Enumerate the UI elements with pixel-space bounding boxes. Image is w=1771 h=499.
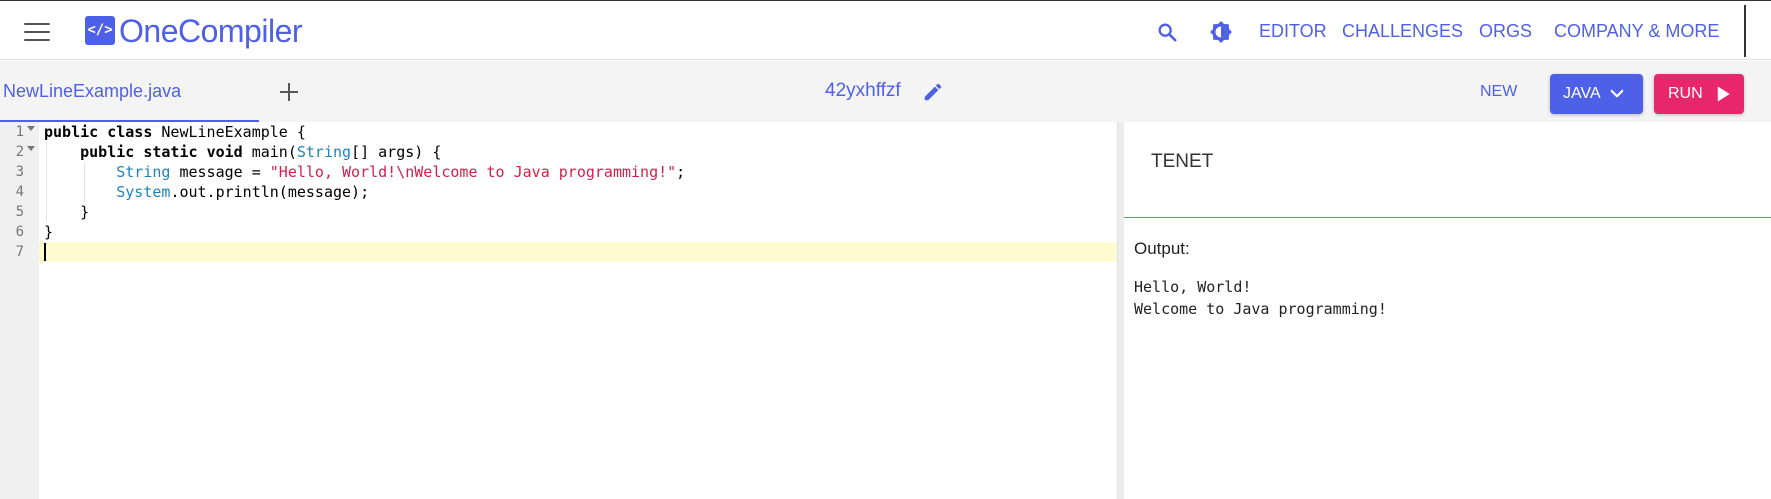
language-label: JAVA — [1563, 85, 1601, 102]
stdin-text: TENET — [1151, 151, 1214, 172]
nav-orgs[interactable]: ORGS — [1479, 21, 1532, 42]
line-number: 7 — [15, 244, 24, 260]
theme-toggle-icon[interactable] — [1209, 20, 1233, 44]
output-panel: Output: Hello, World! Welcome to Java pr… — [1124, 219, 1771, 499]
code-line: 3 String message = "Hello, World!\nWelco… — [0, 162, 1117, 182]
fold-arrow-icon[interactable] — [27, 146, 35, 151]
output-line: Hello, World! — [1134, 278, 1252, 296]
nav-company-more[interactable]: COMPANY & MORE — [1554, 21, 1719, 42]
line-number: 2 — [15, 144, 24, 160]
line-number: 3 — [15, 164, 24, 180]
code-line: 6 } — [0, 222, 1117, 242]
code-id-title[interactable]: 42yxhffzf — [825, 80, 901, 102]
line-number: 4 — [15, 184, 24, 200]
language-select-button[interactable]: JAVA — [1550, 74, 1643, 114]
run-label: RUN — [1668, 85, 1703, 102]
output-line: Welcome to Java programming! — [1134, 300, 1387, 318]
editor-toolbar: NewLineExample.java 42yxhffzf NEW JAVA R… — [0, 61, 1771, 122]
nav-divider — [1744, 5, 1746, 57]
logo-icon[interactable]: </> — [85, 16, 115, 45]
code-line: 7 — [0, 242, 1117, 262]
fold-arrow-icon[interactable] — [27, 126, 35, 131]
run-button[interactable]: RUN — [1654, 74, 1744, 114]
plus-icon[interactable] — [277, 80, 301, 104]
new-button[interactable]: NEW — [1480, 83, 1517, 101]
line-number: 5 — [15, 204, 24, 220]
code-text: String message = "Hello, World!\nWelcome… — [116, 163, 686, 181]
code-editor[interactable]: 1 public class NewLineExample { 2 public… — [0, 122, 1117, 499]
pencil-icon[interactable] — [922, 81, 944, 103]
text-cursor — [44, 243, 46, 261]
code-text: System.out.println(message); — [116, 183, 370, 201]
line-number: 1 — [15, 124, 24, 140]
code-text: public class NewLineExample { — [44, 123, 306, 141]
chevron-down-icon — [1610, 89, 1624, 98]
line-number: 6 — [15, 224, 24, 240]
code-line: 5 } — [0, 202, 1117, 222]
search-icon[interactable] — [1156, 21, 1178, 43]
panel-splitter[interactable] — [1117, 122, 1124, 499]
code-line: 1 public class NewLineExample { — [0, 122, 1117, 142]
stdin-panel[interactable]: TENET — [1124, 122, 1771, 218]
tab-file[interactable]: NewLineExample.java — [0, 61, 259, 122]
nav-challenges[interactable]: CHALLENGES — [1342, 21, 1463, 42]
file-tab-label: NewLineExample.java — [3, 81, 182, 101]
output-label: Output: — [1134, 239, 1190, 258]
logo-text[interactable]: OneCompiler — [119, 13, 303, 50]
code-text: } — [80, 203, 90, 221]
top-navbar: </> OneCompiler EDITOR CHALLENGES ORGS C… — [0, 0, 1771, 60]
code-text: } — [44, 223, 54, 241]
hamburger-icon[interactable] — [24, 23, 50, 41]
nav-editor[interactable]: EDITOR — [1259, 21, 1327, 42]
code-text: public static void main(String[] args) { — [80, 143, 442, 161]
code-line: 2 public static void main(String[] args)… — [0, 142, 1117, 162]
code-line: 4 System.out.println(message); — [0, 182, 1117, 202]
play-icon — [1717, 86, 1730, 102]
